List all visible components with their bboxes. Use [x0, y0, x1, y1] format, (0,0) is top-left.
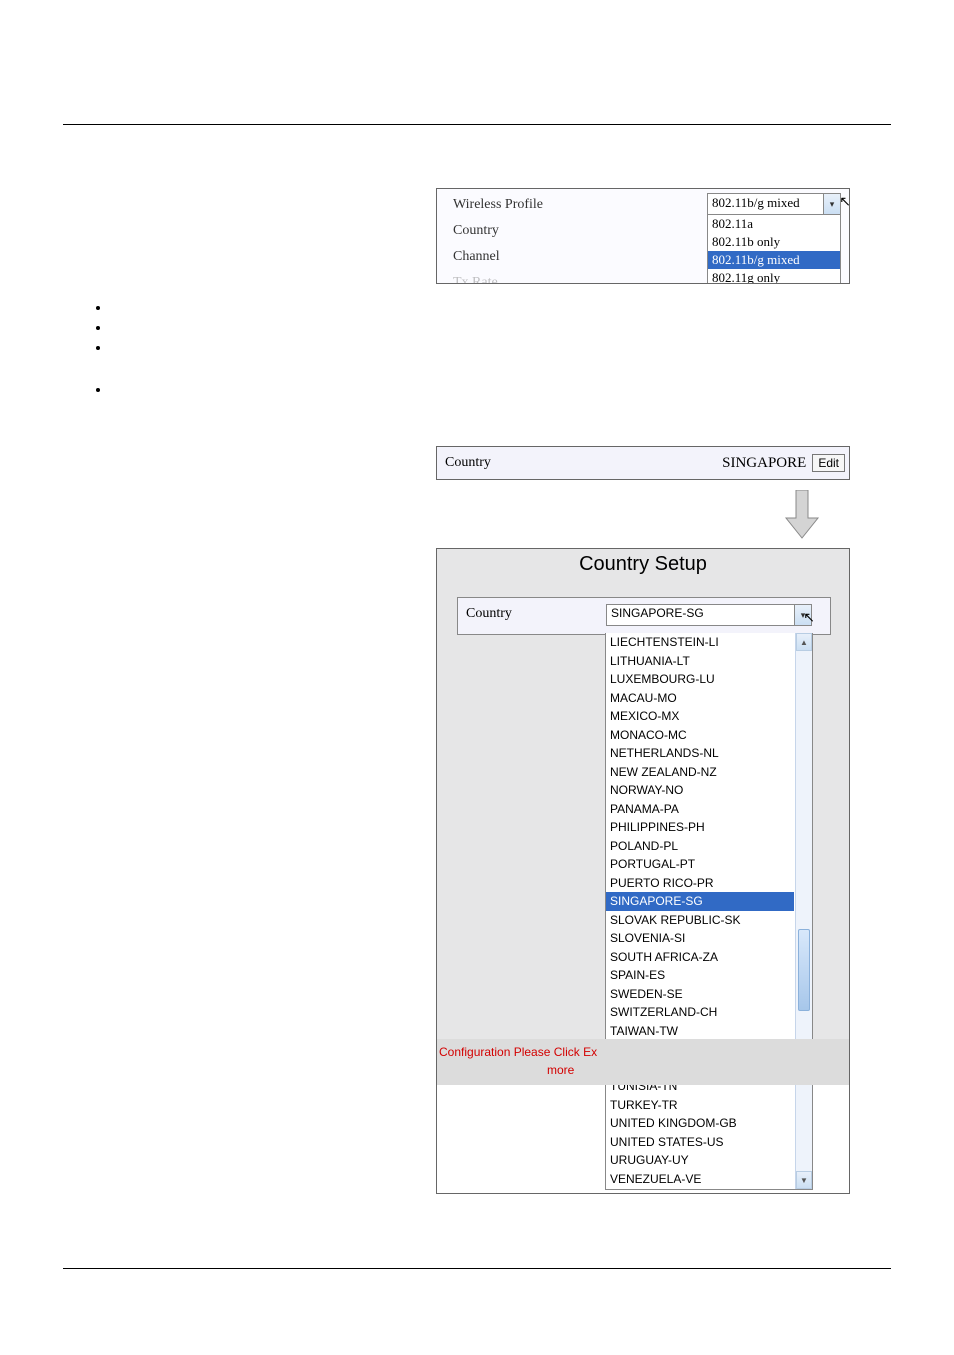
country-label: Country [453, 223, 543, 239]
arrow-down-icon [784, 490, 820, 540]
country-option[interactable]: NEW ZEALAND-NZ [606, 763, 794, 782]
country-option[interactable]: MACAU-MO [606, 689, 794, 708]
option-80211bg[interactable]: 802.11b/g mixed [708, 251, 840, 269]
country-option[interactable]: PANAMA-PA [606, 800, 794, 819]
option-80211g[interactable]: 802.11g only [708, 269, 840, 284]
country-option[interactable]: TAIWAN-TW [606, 1022, 794, 1041]
country-option[interactable]: LUXEMBOURG-LU [606, 670, 794, 689]
chevron-down-icon[interactable]: ▾ [823, 194, 840, 214]
country-option[interactable]: PHILIPPINES-PH [606, 818, 794, 837]
country-row-value: SINGAPORE [716, 455, 812, 472]
country-form-label: Country [466, 606, 512, 622]
scroll-up-button[interactable]: ▲ [796, 633, 812, 651]
txrate-label: Tx Rate [453, 275, 543, 284]
wireless-profile-dropdown[interactable]: 802.11b/g mixed ▾ 802.11a 802.11b only 8… [707, 193, 841, 284]
scrollbar[interactable]: ▲ ▼ [795, 633, 812, 1189]
country-option[interactable]: SLOVENIA-SI [606, 929, 794, 948]
wireless-profile-panel: Wireless Profile Country Channel Tx Rate… [436, 188, 850, 284]
dropdown-selected-text: 802.11b/g mixed [712, 195, 800, 210]
country-dropdown-selected: SINGAPORE-SG [611, 606, 704, 620]
country-option[interactable]: SWITZERLAND-CH [606, 1003, 794, 1022]
country-setup-title: Country Setup [437, 553, 849, 576]
country-option[interactable]: PUERTO RICO-PR [606, 874, 794, 893]
country-option[interactable]: SOUTH AFRICA-ZA [606, 948, 794, 967]
country-option[interactable]: POLAND-PL [606, 837, 794, 856]
country-row-label: Country [445, 455, 491, 471]
wireless-profile-label: Wireless Profile [453, 197, 543, 213]
country-option[interactable]: SWEDEN-SE [606, 985, 794, 1004]
country-option[interactable]: VENEZUELA-VE [606, 1170, 794, 1189]
country-dropdown-list[interactable]: LIECHTENSTEIN-LILITHUANIA-LTLUXEMBOURG-L… [605, 633, 813, 1190]
channel-label: Channel [453, 249, 543, 265]
country-option[interactable]: TURKEY-TR [606, 1096, 794, 1115]
country-option[interactable]: UNITED KINGDOM-GB [606, 1114, 794, 1133]
option-80211a[interactable]: 802.11a [708, 215, 840, 233]
wireless-profile-options[interactable]: 802.11a 802.11b only 802.11b/g mixed 802… [707, 215, 841, 284]
option-80211b[interactable]: 802.11b only [708, 233, 840, 251]
country-option[interactable]: PORTUGAL-PT [606, 855, 794, 874]
horizontal-rule-top [63, 124, 891, 126]
country-option[interactable]: SINGAPORE-SG [606, 892, 794, 911]
country-option[interactable]: SPAIN-ES [606, 966, 794, 985]
country-option[interactable]: NETHERLANDS-NL [606, 744, 794, 763]
country-option[interactable]: MEXICO-MX [606, 707, 794, 726]
country-option[interactable]: SLOVAK REPUBLIC-SK [606, 911, 794, 930]
edit-button[interactable]: Edit [812, 454, 845, 472]
horizontal-rule-bottom [63, 1268, 891, 1270]
country-setup-panel: Country Setup Country SINGAPORE-SG ▾ ↖ L… [436, 548, 850, 1194]
footer-text: Configuration Please Click Ex more [439, 1043, 597, 1079]
bullet-list [90, 300, 110, 402]
scroll-down-button[interactable]: ▼ [796, 1171, 812, 1189]
wireless-profile-selected[interactable]: 802.11b/g mixed ▾ [707, 193, 841, 215]
scroll-thumb[interactable] [798, 929, 810, 1011]
country-dropdown[interactable]: SINGAPORE-SG ▾ ↖ [606, 604, 812, 626]
cursor-icon: ↖ [839, 193, 850, 210]
country-option[interactable]: NORWAY-NO [606, 781, 794, 800]
country-option[interactable]: LIECHTENSTEIN-LI [606, 633, 794, 652]
country-option[interactable]: URUGUAY-UY [606, 1151, 794, 1170]
cursor-icon: ↖ [803, 609, 815, 626]
country-option[interactable]: LITHUANIA-LT [606, 652, 794, 671]
country-option[interactable]: UNITED STATES-US [606, 1133, 794, 1152]
country-form-row: Country SINGAPORE-SG ▾ ↖ [457, 597, 831, 635]
country-option[interactable]: MONACO-MC [606, 726, 794, 745]
country-row: Country SINGAPORE Edit [436, 446, 850, 480]
